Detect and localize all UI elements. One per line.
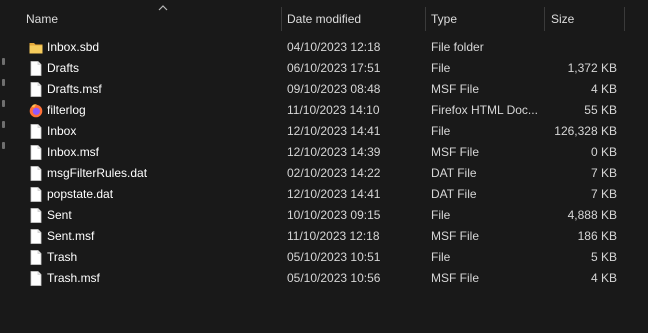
file-name: Inbox.msf	[47, 145, 100, 159]
column-divider[interactable]	[425, 7, 426, 31]
file-explorer-pane: Name Date modified Type Size Inbox.sbd 0…	[0, 0, 648, 333]
file-type: MSF File	[431, 271, 479, 285]
file-name: Sent.msf	[47, 229, 95, 243]
file-row[interactable]: Sent 10/10/2023 09:15 File 4,888 KB	[12, 205, 648, 226]
file-type: File	[431, 61, 451, 75]
file-name: Sent	[47, 208, 72, 222]
file-size: 55 KB	[584, 103, 617, 117]
nav-expand-icon[interactable]	[2, 100, 5, 107]
file-icon	[30, 208, 42, 223]
file-date-modified: 05/10/2023 10:56	[287, 271, 381, 285]
file-type: MSF File	[431, 145, 479, 159]
file-size: 7 KB	[590, 166, 617, 180]
firefox-icon	[29, 104, 43, 118]
file-name: msgFilterRules.dat	[47, 166, 148, 180]
navigation-pane-edge	[0, 0, 12, 333]
file-size	[545, 37, 617, 58]
file-row[interactable]: Trash 05/10/2023 10:51 File 5 KB	[12, 247, 648, 268]
column-divider[interactable]	[281, 7, 282, 31]
file-type: MSF File	[431, 229, 479, 243]
file-size: 126,328 KB	[554, 124, 617, 138]
file-icon	[30, 145, 42, 160]
file-size: 4 KB	[590, 82, 617, 96]
file-name: Trash	[47, 250, 78, 264]
file-date-modified: 11/10/2023 14:10	[287, 103, 380, 117]
file-type: File	[431, 124, 451, 138]
file-date-modified: 09/10/2023 08:48	[287, 82, 381, 96]
column-header-bar: Name Date modified Type Size	[12, 0, 648, 36]
file-name: popstate.dat	[47, 187, 114, 201]
file-name: Drafts.msf	[47, 82, 102, 96]
file-date-modified: 11/10/2023 12:18	[287, 229, 380, 243]
file-size: 1,372 KB	[567, 61, 617, 75]
file-date-modified: 05/10/2023 10:51	[287, 250, 381, 264]
file-row[interactable]: Inbox 12/10/2023 14:41 File 126,328 KB	[12, 121, 648, 142]
file-size: 4 KB	[590, 271, 617, 285]
file-row[interactable]: Sent.msf 11/10/2023 12:18 MSF File 186 K…	[12, 226, 648, 247]
file-size: 4,888 KB	[567, 208, 617, 222]
file-name: Trash.msf	[47, 271, 100, 285]
folder-icon	[29, 43, 43, 54]
file-row[interactable]: filterlog 11/10/2023 14:10 Firefox HTML …	[12, 100, 648, 121]
file-date-modified: 04/10/2023 12:18	[287, 40, 381, 54]
file-type: DAT File	[431, 187, 477, 201]
file-icon	[30, 124, 42, 139]
file-icon	[30, 166, 42, 181]
file-size: 0 KB	[590, 145, 617, 159]
file-date-modified: 12/10/2023 14:41	[287, 187, 381, 201]
file-name: Inbox	[47, 124, 77, 138]
file-date-modified: 10/10/2023 09:15	[287, 208, 381, 222]
nav-expand-icon[interactable]	[2, 142, 5, 149]
nav-expand-icon[interactable]	[2, 121, 5, 128]
column-divider[interactable]	[624, 7, 625, 31]
file-date-modified: 12/10/2023 14:39	[287, 145, 381, 159]
file-icon	[30, 250, 42, 265]
file-date-modified: 06/10/2023 17:51	[287, 61, 381, 75]
file-type: File	[431, 208, 451, 222]
file-name: filterlog	[47, 103, 86, 117]
file-icon	[30, 187, 42, 202]
file-name: Inbox.sbd	[47, 40, 100, 54]
nav-expand-icon[interactable]	[2, 79, 5, 86]
file-size: 7 KB	[590, 187, 617, 201]
file-type: DAT File	[431, 166, 477, 180]
file-row[interactable]: Inbox.msf 12/10/2023 14:39 MSF File 0 KB	[12, 142, 648, 163]
file-icon	[30, 271, 42, 286]
file-row[interactable]: Inbox.sbd 04/10/2023 12:18 File folder	[12, 37, 648, 58]
file-date-modified: 12/10/2023 14:41	[287, 124, 381, 138]
file-icon	[30, 61, 42, 76]
file-type: File folder	[431, 40, 484, 54]
file-date-modified: 02/10/2023 14:22	[287, 166, 381, 180]
file-row[interactable]: msgFilterRules.dat 02/10/2023 14:22 DAT …	[12, 163, 648, 184]
column-header-name[interactable]: Name	[26, 7, 276, 31]
file-row[interactable]: Trash.msf 05/10/2023 10:56 MSF File 4 KB	[12, 268, 648, 289]
file-type: File	[431, 250, 451, 264]
column-header-type[interactable]: Type	[431, 7, 543, 31]
file-row[interactable]: Drafts.msf 09/10/2023 08:48 MSF File 4 K…	[12, 79, 648, 100]
column-divider[interactable]	[544, 7, 545, 31]
file-icon	[30, 82, 42, 97]
file-icon	[30, 229, 42, 244]
file-type: MSF File	[431, 82, 479, 96]
column-header-date-modified[interactable]: Date modified	[287, 7, 427, 31]
file-type: Firefox HTML Doc...	[431, 103, 538, 117]
file-name: Drafts	[47, 61, 80, 75]
file-row[interactable]: popstate.dat 12/10/2023 14:41 DAT File 7…	[12, 184, 648, 205]
file-size: 186 KB	[577, 229, 617, 243]
column-header-size[interactable]: Size	[551, 7, 621, 31]
file-size: 5 KB	[590, 250, 617, 264]
file-row[interactable]: Drafts 06/10/2023 17:51 File 1,372 KB	[12, 58, 648, 79]
nav-expand-icon[interactable]	[2, 58, 5, 65]
